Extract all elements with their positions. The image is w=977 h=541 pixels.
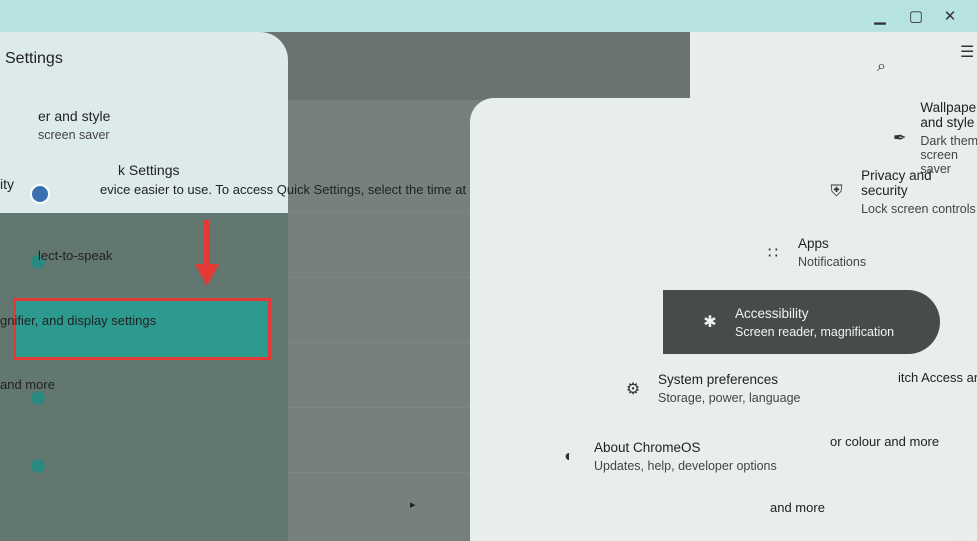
menu-item-title: Apps [798,236,829,251]
menu-item-title: Wallpaper and style [920,100,977,130]
menu-item-subtitle: Storage, power, language [658,391,801,405]
menu-item-subtitle: Lock screen controls [861,202,976,216]
shield-icon: ⛨ [830,183,843,200]
chromeos-icon: ◐ [564,447,574,465]
menu-item-subtitle: Notifications [798,255,867,269]
accessibility-icon: ✱ [703,314,717,331]
title-bar [0,0,977,32]
menu-item-privacy[interactable]: ⛨ Privacy and security Lock screen contro… [826,168,977,216]
section-label: ity [0,176,14,192]
menu-item-apps[interactable]: ∷ Apps Notifications [762,236,866,269]
menu-item-title: Privacy and security [861,168,932,198]
wallpaper-sub-fragment: screen saver [38,128,110,142]
magnifier-label: gnifier, and display settings [0,313,157,328]
menu-item-title: System preferences [658,372,779,387]
highlighted-row[interactable] [13,298,271,360]
menu-item-system-preferences[interactable]: ⚙ System preferences Storage, power, lang… [622,372,801,405]
search-icon[interactable]: ⌕ [877,58,895,76]
accessibility-small-icon [30,184,50,204]
quick-settings-title: k Settings [118,162,180,178]
close-icon[interactable]: ✕ [940,6,960,26]
colour-fragment: or colour and more [830,434,940,449]
gear-icon: ⚙ [625,380,641,398]
minimize-icon[interactable]: ▁ [870,6,890,26]
row-caret-icon[interactable]: ▸ [410,498,416,511]
menu-item-subtitle: Updates, help, developer options [594,459,777,473]
menu-item-about-chromeos[interactable]: ◐ About ChromeOS Updates, help, developer… [558,440,777,473]
apps-grid-icon: ∷ [767,244,779,262]
menu-item-subtitle: Screen reader, magnification [735,324,895,339]
menu-item-title: Accessibility [735,305,809,321]
row-icon [31,459,45,473]
red-arrow [195,220,219,286]
and-more-fragment: and more [770,500,825,515]
menu-item-accessibility[interactable]: ✱ Accessibility Screen reader, magnificat… [663,290,940,354]
row-icon [31,391,45,405]
menu-item-title: About ChromeOS [594,440,701,455]
switch-access-fragment: itch Access and [898,370,977,385]
page-title: Settings [5,50,63,67]
and-more-label: and more [0,377,55,392]
paintbrush-icon: ✒ [893,130,907,147]
menu-item-wallpaper[interactable]: ✒ Wallpaper and styleDark theme, screen … [893,100,977,176]
hamburger-icon[interactable]: ☰ [960,42,974,62]
maximize-icon[interactable]: ▢ [906,6,926,26]
select-to-speak-label: lect-to-speak [38,248,113,263]
wallpaper-title-fragment: er and style [38,108,111,124]
